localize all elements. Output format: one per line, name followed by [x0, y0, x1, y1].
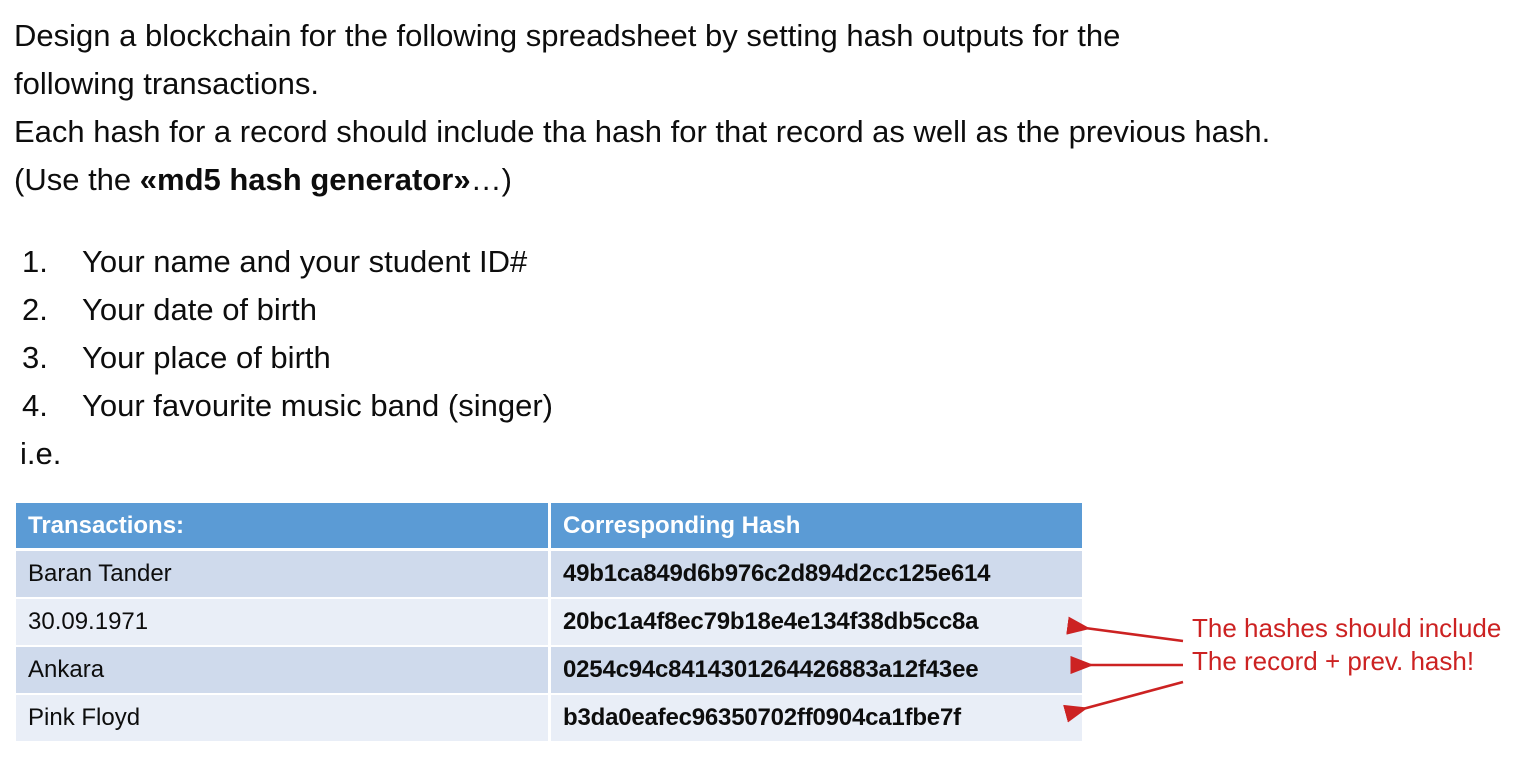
list-item-label: Your name and your student ID# — [82, 244, 528, 279]
table-body: Baran Tander 49b1ca849d6b976c2d894d2cc12… — [16, 551, 1082, 743]
list-item-label: Your date of birth — [82, 292, 317, 327]
ie-label: i.e. — [20, 436, 62, 471]
column-header-transactions: Transactions: — [16, 503, 548, 551]
table-row: Ankara 0254c94c8414301264426883a12f43ee — [16, 647, 1082, 695]
list-item-number: 4. — [22, 388, 48, 423]
list-item-number: 1. — [22, 244, 48, 279]
intro-line-2: following transactions. — [14, 66, 319, 101]
intro-line-4-suffix: …) — [470, 162, 512, 197]
table-row: Baran Tander 49b1ca849d6b976c2d894d2cc12… — [16, 551, 1082, 599]
list-item-label: Your place of birth — [82, 340, 331, 375]
intro-paragraph: Design a blockchain for the following sp… — [14, 12, 1514, 204]
cell-transaction: Ankara — [16, 647, 548, 695]
cell-hash: 0254c94c8414301264426883a12f43ee — [548, 647, 1082, 695]
cell-hash: b3da0eafec96350702ff0904ca1fbe7f — [548, 695, 1082, 743]
annotation-note: The hashes should include The record + p… — [1192, 612, 1501, 678]
column-header-hash: Corresponding Hash — [548, 503, 1082, 551]
table-row: Pink Floyd b3da0eafec96350702ff0904ca1fb… — [16, 695, 1082, 743]
intro-line-3: Each hash for a record should include th… — [14, 114, 1271, 149]
table-header: Transactions: Corresponding Hash — [16, 503, 1082, 551]
arrow-to-row-4 — [1063, 680, 1184, 723]
list-item: 3. Your place of birth — [22, 334, 553, 382]
md5-hash-generator-emphasis: «md5 hash generator» — [139, 162, 471, 197]
cell-transaction: Pink Floyd — [16, 695, 548, 743]
arrow-to-row-2 — [1066, 616, 1184, 643]
intro-line-1: Design a blockchain for the following sp… — [14, 18, 1121, 53]
table-header-row: Transactions: Corresponding Hash — [16, 503, 1082, 551]
list-item: 4. Your favourite music band (singer) — [22, 382, 553, 430]
cell-transaction: 30.09.1971 — [16, 599, 548, 647]
blockchain-hash-table: Transactions: Corresponding Hash Baran T… — [16, 503, 1082, 743]
list-item-number: 2. — [22, 292, 48, 327]
cell-transaction: Baran Tander — [16, 551, 548, 599]
intro-line-4-prefix: (Use the — [14, 162, 140, 197]
list-item: 2. Your date of birth — [22, 286, 553, 334]
list-item: 1. Your name and your student ID# — [22, 238, 553, 286]
list-item-label: Your favourite music band (singer) — [82, 388, 553, 423]
task-list: 1. Your name and your student ID# 2. You… — [22, 238, 553, 430]
annotation-line-1: The hashes should include — [1192, 613, 1502, 643]
cell-hash: 20bc1a4f8ec79b18e4e134f38db5cc8a — [548, 599, 1082, 647]
list-item-number: 3. — [22, 340, 48, 375]
table-row: 30.09.1971 20bc1a4f8ec79b18e4e134f38db5c… — [16, 599, 1082, 647]
intro-line-4: (Use the «md5 hash generator»…) — [14, 156, 1514, 204]
annotation-line-2: The record + prev. hash! — [1192, 646, 1475, 676]
cell-hash: 49b1ca849d6b976c2d894d2cc125e614 — [548, 551, 1082, 599]
